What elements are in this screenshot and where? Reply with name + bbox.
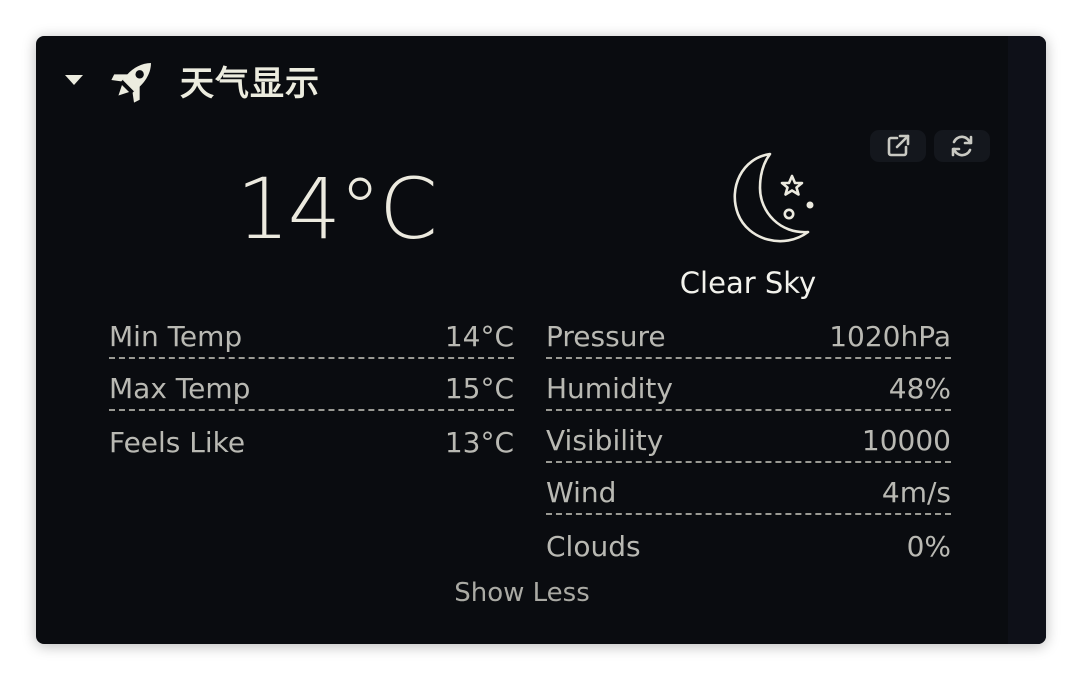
- stat-row-pressure: Pressure 1020hPa: [546, 308, 951, 359]
- stats-left: Min Temp 14°C Max Temp 15°C Feels Like 1…: [109, 308, 514, 463]
- stat-row-clouds: Clouds 0%: [546, 516, 951, 567]
- stat-row-humidity: Humidity 48%: [546, 360, 951, 411]
- stat-row-max-temp: Max Temp 15°C: [109, 360, 514, 411]
- stat-row-feels-like: Feels Like 13°C: [109, 412, 514, 463]
- widget-header: 天气显示: [62, 52, 320, 108]
- widget-title: 天气显示: [180, 63, 320, 104]
- stat-label: Min Temp: [109, 320, 243, 353]
- stat-label: Clouds: [546, 530, 641, 563]
- stat-label: Feels Like: [109, 426, 246, 459]
- stat-label: Pressure: [546, 320, 666, 353]
- moon-stars-icon: [722, 150, 822, 252]
- external-link-icon: [887, 134, 910, 157]
- stat-label: Humidity: [546, 372, 673, 405]
- stat-value: 14°C: [444, 320, 514, 353]
- stat-row-min-temp: Min Temp 14°C: [109, 308, 514, 359]
- rocket-icon: [108, 54, 160, 106]
- stat-value: 4m/s: [881, 476, 951, 509]
- stat-label: Wind: [546, 476, 617, 509]
- stat-value: 48%: [888, 372, 951, 405]
- weather-widget: 天气显示 14°C Clear Sky Min Temp 14°C Max Te…: [36, 36, 1046, 644]
- current-temperature: 14°C: [236, 160, 438, 258]
- stat-label: Max Temp: [109, 372, 251, 405]
- stat-value: 1020hPa: [829, 320, 951, 353]
- stats-right: Pressure 1020hPa Humidity 48% Visibility…: [546, 308, 951, 567]
- refresh-icon: [951, 135, 973, 157]
- scrollbar-track[interactable]: [1008, 36, 1046, 644]
- stat-value: 13°C: [444, 426, 514, 459]
- weather-description: Clear Sky: [679, 266, 817, 300]
- stat-label: Visibility: [546, 424, 664, 457]
- refresh-button[interactable]: [934, 130, 990, 162]
- stat-value: 0%: [906, 530, 951, 563]
- stat-row-visibility: Visibility 10000: [546, 412, 951, 463]
- open-external-button[interactable]: [870, 130, 926, 162]
- caret-down-icon[interactable]: [62, 68, 86, 92]
- show-less-link[interactable]: Show Less: [36, 578, 1008, 608]
- stat-row-wind: Wind 4m/s: [546, 464, 951, 515]
- stat-value: 10000: [861, 424, 951, 457]
- stat-value: 15°C: [444, 372, 514, 405]
